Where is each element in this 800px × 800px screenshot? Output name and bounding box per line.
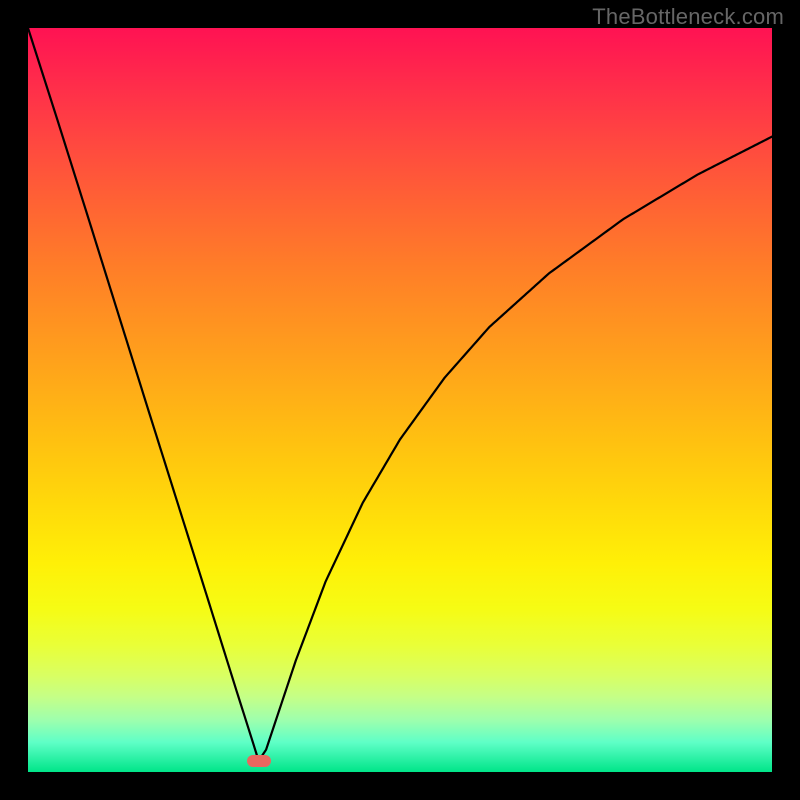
watermark: TheBottleneck.com bbox=[592, 4, 784, 30]
chart-plot-area bbox=[28, 28, 772, 772]
minimum-marker bbox=[247, 755, 271, 767]
bottleneck-curve bbox=[28, 28, 772, 772]
